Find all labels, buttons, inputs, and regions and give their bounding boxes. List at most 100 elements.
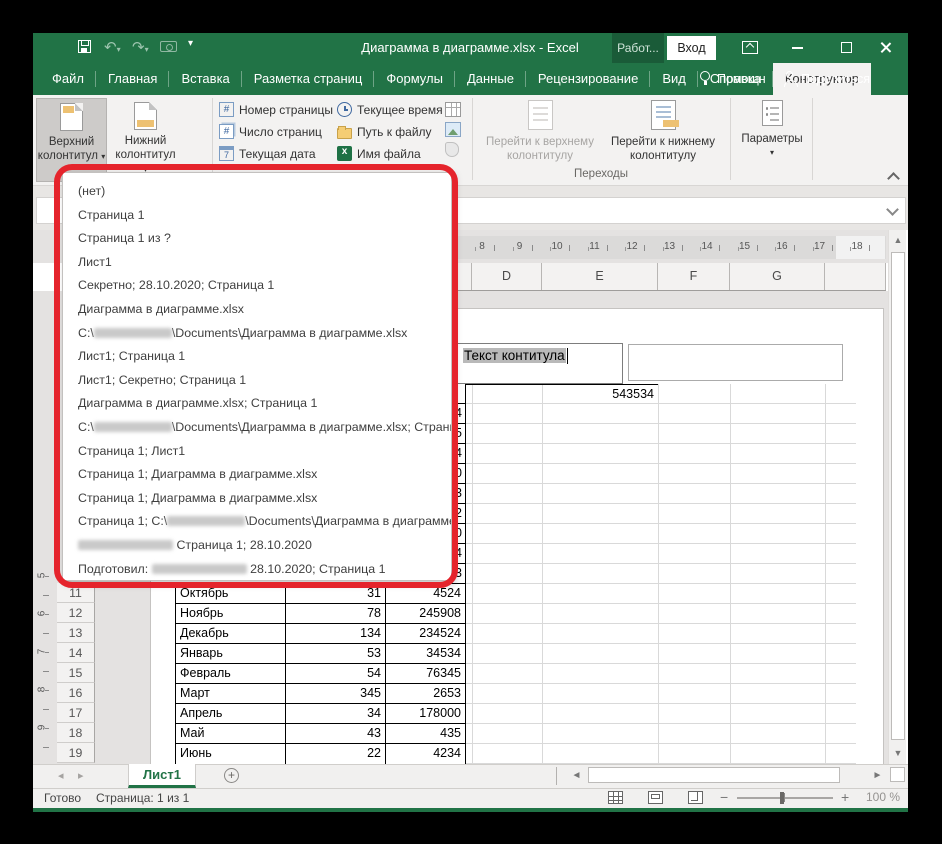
dropdown-item[interactable]: Лист1; Секретно; Страница 1: [63, 369, 451, 393]
add-sheet-icon[interactable]: +: [224, 768, 239, 783]
ribbon-tab-2[interactable]: Вставка: [169, 63, 241, 95]
scroll-up-icon[interactable]: ▲: [890, 232, 906, 249]
zoom-in-icon[interactable]: +: [841, 789, 849, 805]
zoom-out-icon[interactable]: −: [720, 789, 728, 805]
normal-view-icon[interactable]: [608, 791, 623, 804]
element-button[interactable]: Текущее время: [337, 101, 443, 118]
page-layout-view-icon[interactable]: [648, 791, 663, 804]
header-right-box[interactable]: [628, 344, 843, 381]
dropdown-item[interactable]: Страница 1; 28.10.2020: [63, 534, 451, 558]
dropdown-item[interactable]: Страница 1 из ?: [63, 227, 451, 251]
close-button[interactable]: [879, 41, 892, 54]
table-cell-month[interactable]: Декабрь: [176, 624, 286, 643]
share-label[interactable]: Поделиться: [801, 63, 870, 95]
table-cell-value2[interactable]: 234524: [386, 624, 465, 643]
tab-scrollbar-splitter[interactable]: [556, 767, 557, 785]
dropdown-item[interactable]: Лист1: [63, 251, 451, 275]
element-button[interactable]: Число страниц: [219, 123, 333, 140]
ribbon-tab-1[interactable]: Главная: [96, 63, 169, 95]
column-header-D[interactable]: D: [472, 263, 542, 290]
table-cell-month[interactable]: Апрель: [176, 704, 286, 723]
format-picture-icon[interactable]: [445, 142, 459, 157]
ribbon-tab-4[interactable]: Формулы: [374, 63, 455, 95]
column-header-partial[interactable]: [825, 263, 886, 290]
qat-customize-icon[interactable]: ▾: [188, 38, 193, 49]
table-cell-value1[interactable]: 54: [286, 664, 386, 683]
table-cell-value2[interactable]: 76345: [386, 664, 465, 683]
vertical-scroll-thumb[interactable]: [891, 252, 905, 740]
sheet-tab-list1[interactable]: Лист1: [128, 764, 196, 788]
horizontal-scrollbar[interactable]: [585, 766, 868, 785]
dropdown-item[interactable]: Лист1; Страница 1: [63, 345, 451, 369]
save-icon[interactable]: [78, 40, 91, 53]
sheet-name-icon[interactable]: [445, 102, 461, 117]
table-cell-value2[interactable]: 435: [386, 724, 465, 743]
table-cell-value2[interactable]: 34534: [386, 644, 465, 663]
vertical-scrollbar[interactable]: ▲ ▼: [888, 230, 906, 764]
row-header[interactable]: 19: [57, 743, 95, 763]
column-header-E[interactable]: E: [542, 263, 658, 290]
table-cell-value1[interactable]: 34: [286, 704, 386, 723]
dropdown-item[interactable]: (нет): [63, 180, 451, 204]
ribbon-tab-3[interactable]: Разметка страниц: [242, 63, 375, 95]
scroll-down-icon[interactable]: ▼: [890, 745, 906, 762]
horizontal-scroll-thumb[interactable]: [588, 767, 840, 783]
table-cell-month[interactable]: Март: [176, 684, 286, 703]
row-header[interactable]: 17: [57, 703, 95, 723]
dropdown-item[interactable]: Секретно; 28.10.2020; Страница 1: [63, 274, 451, 298]
maximize-button[interactable]: [841, 42, 852, 53]
dropdown-item[interactable]: Страница 1; Лист1: [63, 440, 451, 464]
assistant-label[interactable]: Помощн: [717, 63, 766, 95]
row-header[interactable]: 12: [57, 603, 95, 623]
element-button[interactable]: Номер страницы: [219, 101, 333, 118]
camera-icon[interactable]: [160, 41, 177, 52]
footer-button[interactable]: Нижний колонтитул ▾: [112, 98, 179, 182]
ribbon-tab-6[interactable]: Рецензирование: [526, 63, 650, 95]
table-cell-value1[interactable]: 78: [286, 604, 386, 623]
dropdown-item[interactable]: C:\\Documents\Диаграмма в диаграмме.xlsx: [63, 322, 451, 346]
header-button[interactable]: Верхний колонтитул ▾: [36, 98, 107, 182]
table-cell-value1[interactable]: 31: [286, 584, 386, 603]
column-header-G[interactable]: G: [730, 263, 825, 290]
table-cell-value2[interactable]: 4524: [386, 584, 465, 603]
row-header[interactable]: 18: [57, 723, 95, 743]
formula-bar-expand-icon[interactable]: [888, 205, 897, 214]
element-button[interactable]: Имя файла: [337, 145, 443, 162]
dropdown-item[interactable]: C:\\Documents\Диаграмма в диаграмме.xlsx…: [63, 416, 451, 440]
zoom-slider-thumb[interactable]: [780, 792, 784, 804]
sheet-nav-right-icon[interactable]: ▸: [78, 764, 84, 788]
table-cell-value1[interactable]: 345: [286, 684, 386, 703]
table-cell-value1[interactable]: 134: [286, 624, 386, 643]
table-cell-month[interactable]: Май: [176, 724, 286, 743]
table-cell-month[interactable]: Июнь: [176, 744, 286, 764]
table-cell-value2[interactable]: 4234: [386, 744, 465, 764]
undo-icon[interactable]: ↶▾: [104, 33, 121, 63]
picture-icon[interactable]: [445, 122, 461, 137]
row-header[interactable]: 15: [57, 663, 95, 683]
table-cell-value2[interactable]: 245908: [386, 604, 465, 623]
dropdown-item[interactable]: Страница 1; C:\\Documents\Диаграмма в ди…: [63, 510, 451, 534]
table-cell-month[interactable]: Февраль: [176, 664, 286, 683]
zoom-slider-track[interactable]: [737, 797, 833, 799]
table-cell-month[interactable]: Ноябрь: [176, 604, 286, 623]
table-cell-value1[interactable]: 43: [286, 724, 386, 743]
hscroll-right-icon[interactable]: ►: [869, 766, 886, 785]
row-header[interactable]: 16: [57, 683, 95, 703]
dropdown-item[interactable]: Подготовил: 28.10.2020; Страница 1: [63, 558, 451, 582]
sheet-nav-left-icon[interactable]: ◂: [58, 764, 64, 788]
table-cell-value1[interactable]: 22: [286, 744, 386, 764]
table-cell-month[interactable]: Октябрь: [176, 584, 286, 603]
collapse-ribbon-icon[interactable]: [889, 174, 898, 183]
dropdown-item[interactable]: Страница 1; Диаграмма в диаграмме.xlsx: [63, 463, 451, 487]
dropdown-item[interactable]: Страница 1; Диаграмма в диаграмме.xlsx: [63, 487, 451, 511]
row-header[interactable]: 11: [57, 583, 95, 603]
minimize-button[interactable]: [792, 47, 803, 49]
dropdown-item[interactable]: Диаграмма в диаграмме.xlsx: [63, 298, 451, 322]
dropdown-item[interactable]: Страница 1: [63, 204, 451, 228]
ribbon-tab-7[interactable]: Вид: [650, 63, 698, 95]
element-button[interactable]: Текущая дата: [219, 145, 333, 162]
page-break-view-icon[interactable]: [688, 791, 703, 804]
ribbon-display-options-icon[interactable]: [742, 41, 758, 54]
redo-icon[interactable]: ↷▾: [132, 33, 149, 63]
row-header[interactable]: 14: [57, 643, 95, 663]
